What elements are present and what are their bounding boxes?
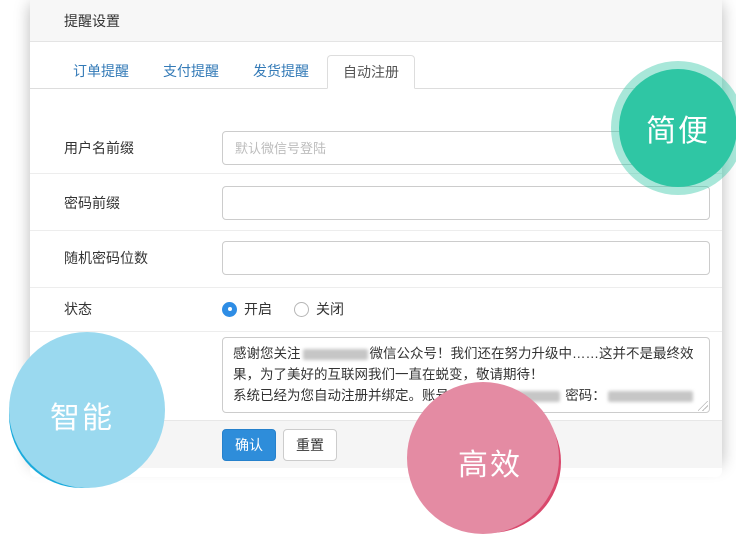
template-text: 果，为了美好的互联网我们一直在蜕变，敬请期待！ xyxy=(233,367,544,382)
badge-efficient-label: 高效 xyxy=(458,440,522,484)
status-off-label: 关闭 xyxy=(316,299,344,319)
tab-bar: 订单提醒 支付提醒 发货提醒 自动注册 xyxy=(30,42,722,89)
form-row-status: 状态 开启 关闭 xyxy=(30,288,722,332)
form-row-password-prefix: 密码前缀 xyxy=(30,174,722,231)
form-row-random-password-digits: 随机密码位数 xyxy=(30,231,722,288)
badge-simple: 简便 xyxy=(619,69,736,187)
redacted-text xyxy=(303,349,368,360)
username-prefix-label: 用户名前缀 xyxy=(64,138,222,158)
template-text: 系统已经为您自动注册并绑定。账号： xyxy=(233,388,463,403)
panel-header: 提醒设置 xyxy=(30,0,722,42)
status-radio-on[interactable]: 开启 xyxy=(222,299,272,319)
radio-unchecked-icon[interactable] xyxy=(294,302,309,317)
template-line: 果，为了美好的互联网我们一直在蜕变，敬请期待！ xyxy=(233,364,699,385)
template-text: 感谢您关注 xyxy=(233,346,301,361)
badge-efficient: 高效 xyxy=(419,391,561,533)
template-line: 感谢您关注 微信公众号！我们还在努力升级中……这并不是最终效 xyxy=(233,343,699,364)
reset-button[interactable]: 重置 xyxy=(283,429,337,461)
badge-simple-label: 简便 xyxy=(646,106,710,150)
badge-smart-label: 智能 xyxy=(50,393,114,437)
tab-order-reminder[interactable]: 订单提醒 xyxy=(57,54,145,88)
status-radio-off[interactable]: 关闭 xyxy=(294,299,344,319)
template-text: 密码： xyxy=(562,388,606,403)
resize-grip-icon[interactable] xyxy=(698,401,708,411)
template-text: 微信公众号！我们还在努力升级中……这并不是最终效 xyxy=(370,346,694,361)
status-radio-group: 开启 关闭 xyxy=(222,299,710,319)
status-on-label: 开启 xyxy=(244,299,272,319)
random-password-digits-input[interactable] xyxy=(222,241,710,275)
password-prefix-label: 密码前缀 xyxy=(64,193,222,213)
random-password-digits-label: 随机密码位数 xyxy=(64,248,222,268)
password-prefix-input[interactable] xyxy=(222,186,710,220)
tab-shipping-reminder[interactable]: 发货提醒 xyxy=(237,54,325,88)
redacted-text xyxy=(608,391,693,402)
tab-payment-reminder[interactable]: 支付提醒 xyxy=(147,54,235,88)
radio-checked-icon[interactable] xyxy=(222,302,237,317)
panel-title: 提醒设置 xyxy=(64,11,120,31)
badge-smart: 智能 xyxy=(9,342,155,488)
page: 提醒设置 订单提醒 支付提醒 发货提醒 自动注册 用户名前缀 密码前缀 随机密码… xyxy=(0,0,736,538)
status-label: 状态 xyxy=(64,299,222,319)
confirm-button[interactable]: 确认 xyxy=(222,429,276,461)
tab-auto-register[interactable]: 自动注册 xyxy=(327,55,415,89)
